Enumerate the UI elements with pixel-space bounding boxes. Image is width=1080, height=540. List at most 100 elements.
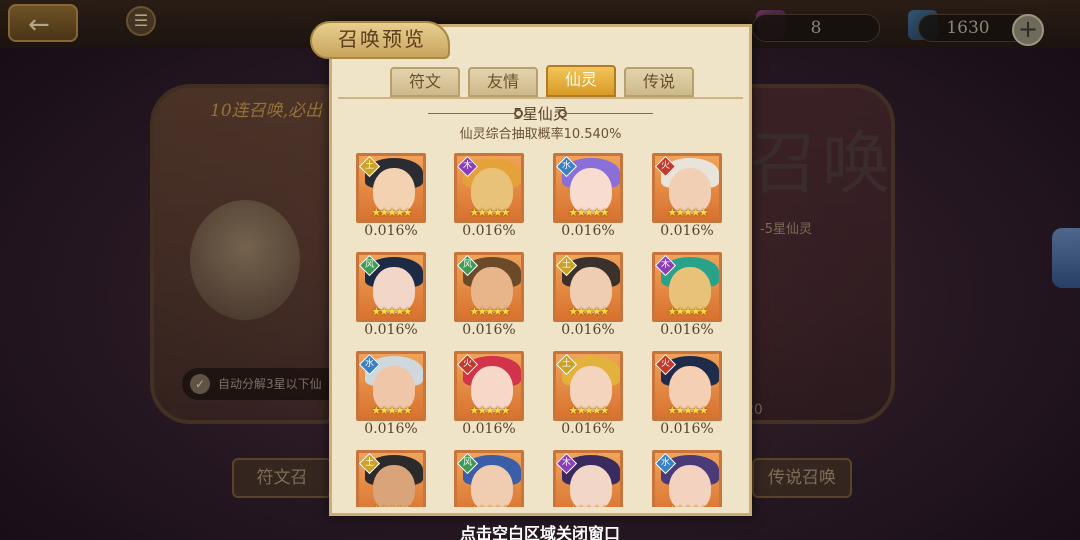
title-banner: 召唤预览 — [310, 13, 460, 63]
spirit-card[interactable]: 土 ★★★★★ 0.016% — [553, 252, 623, 348]
spirit-portrait: 土 ★★★★★ — [553, 351, 623, 421]
add-currency-button[interactable]: + — [1012, 14, 1044, 46]
drop-rate: 0.016% — [364, 421, 418, 437]
star-rating-icon: ★★★★★ — [371, 404, 412, 417]
element-label: 风 — [462, 260, 472, 270]
spirit-card[interactable]: 火 ★★★★★ 0.016% — [652, 351, 722, 447]
side-expand-arrow[interactable] — [1052, 228, 1080, 288]
star-rating-icon: ★★★★★ — [469, 206, 510, 219]
tab-legend[interactable]: 传说 — [624, 67, 694, 97]
spirit-portrait: 火 ★★★★★ — [652, 351, 722, 421]
face-shape — [570, 465, 612, 507]
auto-decompose-label: 自动分解3星以下仙 — [218, 377, 322, 391]
total-rate-text: 仙灵综合抽取概率10.540% — [459, 127, 622, 142]
star-rating-icon: ★★★★★ — [469, 305, 510, 318]
drop-rate: 0.016% — [364, 322, 418, 338]
element-label: 水 — [561, 161, 571, 171]
drop-rate: 0.016% — [561, 421, 615, 437]
spirit-grid: 土 ★★★★★ 0.016% 木 ★★★★★ 0.016% 水 ★★★★★ 0.016% 火 ★★★… — [356, 153, 726, 507]
spirit-portrait: 木 ★★★★★ — [652, 252, 722, 322]
spirit-card[interactable]: 土 ★★★★★ 0.016% — [356, 153, 426, 249]
spirit-portrait: 火 ★★★★★ — [454, 351, 524, 421]
auto-decompose-toggle[interactable]: ✓ 自动分解3星以下仙 — [182, 368, 342, 400]
summon-hint-text: 10连召唤,必出 — [210, 101, 323, 121]
spirit-portrait: 水 ★★★★★ — [553, 153, 623, 223]
spirit-card[interactable]: 风 ★★★★★ 0.016% — [454, 252, 524, 348]
drop-rate: 0.016% — [660, 322, 714, 338]
spirit-card[interactable]: 水 ★★★★★ 0.016% — [553, 153, 623, 249]
section-header: 5星仙灵 — [332, 103, 749, 125]
drop-rate: 0.016% — [462, 421, 516, 437]
spirit-card[interactable]: 水 ★★★★★ 0.016% — [356, 351, 426, 447]
face-shape — [669, 465, 711, 507]
tab-rune[interactable]: 符文 — [390, 67, 460, 97]
ornament-line — [563, 113, 653, 114]
menu-list-icon[interactable]: ☰ — [126, 6, 156, 36]
star-rating-icon: ★★★★★ — [667, 206, 708, 219]
spirit-card[interactable]: 木 ★★★★★ — [553, 450, 623, 507]
element-label: 风 — [364, 260, 374, 270]
spirit-card[interactable]: 火 ★★★★★ 0.016% — [652, 153, 722, 249]
element-label: 木 — [462, 161, 472, 171]
element-label: 火 — [660, 161, 670, 171]
summon-sub-label: -5星仙灵 — [760, 222, 812, 237]
drop-rate: 0.016% — [660, 223, 714, 239]
star-rating-icon: ★★★★★ — [459, 504, 519, 508]
spirit-portrait: 木 ★★★★★ — [553, 450, 623, 507]
star-rating-icon: ★★★★★ — [469, 404, 510, 417]
spirit-card[interactable]: 木 ★★★★★ 0.016% — [652, 252, 722, 348]
star-rating-icon: ★★★★★ — [667, 305, 708, 318]
dialog-title: 召唤预览 — [338, 27, 426, 51]
spirit-portrait: 水 ★★★★★ — [652, 450, 722, 507]
spirit-card[interactable]: 风 ★★★★★ 0.016% — [356, 252, 426, 348]
spirit-portrait: 火 ★★★★★ — [652, 153, 722, 223]
star-rating-icon: ★★★★★ — [568, 305, 609, 318]
tab-friendship[interactable]: 友情 — [468, 67, 538, 97]
spirit-card[interactable]: 火 ★★★★★ 0.016% — [454, 351, 524, 447]
spirit-portrait: 土 ★★★★★ — [356, 153, 426, 223]
spirit-card[interactable]: 水 ★★★★★ — [652, 450, 722, 507]
spirit-portrait: 风 ★★★★★ — [454, 252, 524, 322]
star-rating-icon: ★★★★★ — [568, 206, 609, 219]
drop-rate: 0.016% — [462, 322, 516, 338]
spirit-portrait: 风 ★★★★★ — [454, 450, 524, 507]
monk-character-art — [190, 200, 300, 320]
element-label: 木 — [660, 260, 670, 270]
drop-rate: 0.016% — [462, 223, 516, 239]
summon-preview-dialog: 召唤预览 符文 友情 仙灵 传说 5星仙灵 仙灵综合抽取概率10.540% 土 ★… — [310, 21, 752, 516]
close-hint-text[interactable]: 点击空白区域关闭窗口 — [0, 520, 1080, 540]
element-label: 土 — [561, 359, 571, 369]
element-label: 水 — [660, 458, 670, 468]
drop-rate: 0.016% — [561, 322, 615, 338]
spirit-portrait: 土 ★★★★★ — [553, 252, 623, 322]
drop-rate: 0.016% — [561, 223, 615, 239]
rune-summon-button[interactable]: 符文召 — [232, 458, 332, 498]
summon-big-title: 召唤 — [750, 125, 895, 204]
back-button[interactable]: ← — [8, 4, 78, 42]
tab-spirit[interactable]: 仙灵 — [546, 65, 616, 97]
spirit-card[interactable]: 土 ★★★★★ — [356, 450, 426, 507]
drop-rate: 0.016% — [660, 421, 714, 437]
legend-summon-button[interactable]: 传说召唤 — [752, 458, 852, 498]
spirit-card[interactable]: 风 ★★★★★ — [454, 450, 524, 507]
drop-rate: 0.016% — [364, 223, 418, 239]
star-rating-icon: ★★★★★ — [667, 404, 708, 417]
element-label: 火 — [462, 359, 472, 369]
star-rating-icon: ★★★★★ — [371, 206, 412, 219]
element-label: 土 — [364, 458, 374, 468]
spirit-portrait: 木 ★★★★★ — [454, 153, 524, 223]
spirit-portrait: 风 ★★★★★ — [356, 252, 426, 322]
spirit-portrait: 土 ★★★★★ — [356, 450, 426, 507]
spirit-card[interactable]: 木 ★★★★★ 0.016% — [454, 153, 524, 249]
ornament-dot-icon — [514, 109, 523, 118]
spirit-card[interactable]: 土 ★★★★★ 0.016% — [553, 351, 623, 447]
star-rating-icon: ★★★★★ — [371, 305, 412, 318]
element-label: 风 — [462, 458, 472, 468]
element-label: 火 — [660, 359, 670, 369]
star-rating-icon: ★★★★★ — [361, 504, 421, 508]
star-rating-icon: ★★★★★ — [558, 504, 618, 508]
ornament-line — [428, 113, 518, 114]
star-rating-icon: ★★★★★ — [657, 504, 717, 508]
element-label: 土 — [561, 260, 571, 270]
element-label: 木 — [561, 458, 571, 468]
